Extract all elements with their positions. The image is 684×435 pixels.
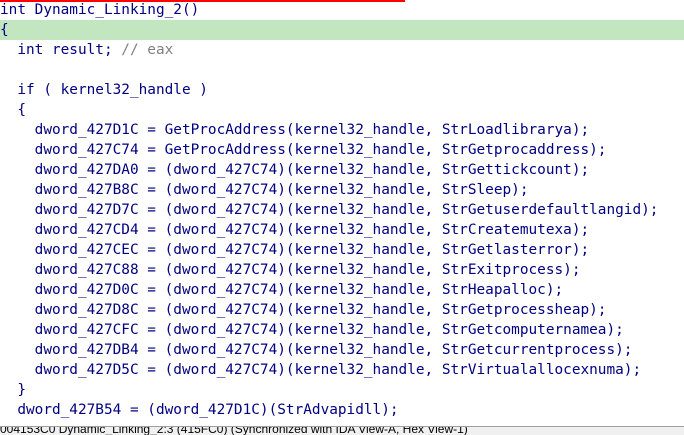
code-line-assignment[interactable]: dword_427B8C = (dword_427C74)(kernel32_h… bbox=[0, 180, 529, 200]
code-line-assignment[interactable]: dword_427C88 = (dword_427C74)(kernel32_h… bbox=[0, 260, 581, 280]
code-line-assignment[interactable]: dword_427D7C = (dword_427C74)(kernel32_h… bbox=[0, 200, 659, 220]
code-line-if-statement[interactable]: if ( kernel32_handle ) bbox=[0, 80, 208, 100]
code-line-assignment[interactable]: dword_427CEC = (dword_427C74)(kernel32_h… bbox=[0, 240, 590, 260]
comment-text: // eax bbox=[121, 42, 174, 58]
code-line-assignment[interactable]: dword_427DA0 = (dword_427C74)(kernel32_h… bbox=[0, 160, 590, 180]
code-line-close-brace[interactable]: } bbox=[0, 380, 26, 400]
code-line-assignment[interactable]: dword_427D0C = (dword_427C74)(kernel32_h… bbox=[0, 280, 564, 300]
code-line-open-brace-current[interactable]: { bbox=[0, 20, 684, 40]
code-line-open-brace[interactable]: { bbox=[0, 100, 26, 120]
code-line-assignment[interactable]: dword_427C74 = GetProcAddress(kernel32_h… bbox=[0, 140, 607, 160]
code-line-assignment[interactable]: dword_427D1C = GetProcAddress(kernel32_h… bbox=[0, 120, 590, 140]
code-line-assignment[interactable]: dword_427CD4 = (dword_427C74)(kernel32_h… bbox=[0, 220, 590, 240]
code-line-function-signature[interactable]: int Dynamic_Linking_2() bbox=[0, 0, 199, 20]
code-line-assignment[interactable]: dword_427CFC = (dword_427C74)(kernel32_h… bbox=[0, 320, 624, 340]
code-line-declaration[interactable]: int result; // eax bbox=[0, 40, 173, 60]
pseudocode-view[interactable]: int Dynamic_Linking_2() { int result; //… bbox=[0, 0, 684, 428]
code-line-assignment[interactable]: dword_427D8C = (dword_427C74)(kernel32_h… bbox=[0, 300, 607, 320]
code-line-assignment[interactable]: dword_427B54 = (dword_427D1C)(StrAdvapid… bbox=[0, 400, 398, 420]
code-line-assignment[interactable]: dword_427D5C = (dword_427C74)(kernel32_h… bbox=[0, 360, 642, 380]
code-line-assignment[interactable]: dword_427DB4 = (dword_427C74)(kernel32_h… bbox=[0, 340, 633, 360]
